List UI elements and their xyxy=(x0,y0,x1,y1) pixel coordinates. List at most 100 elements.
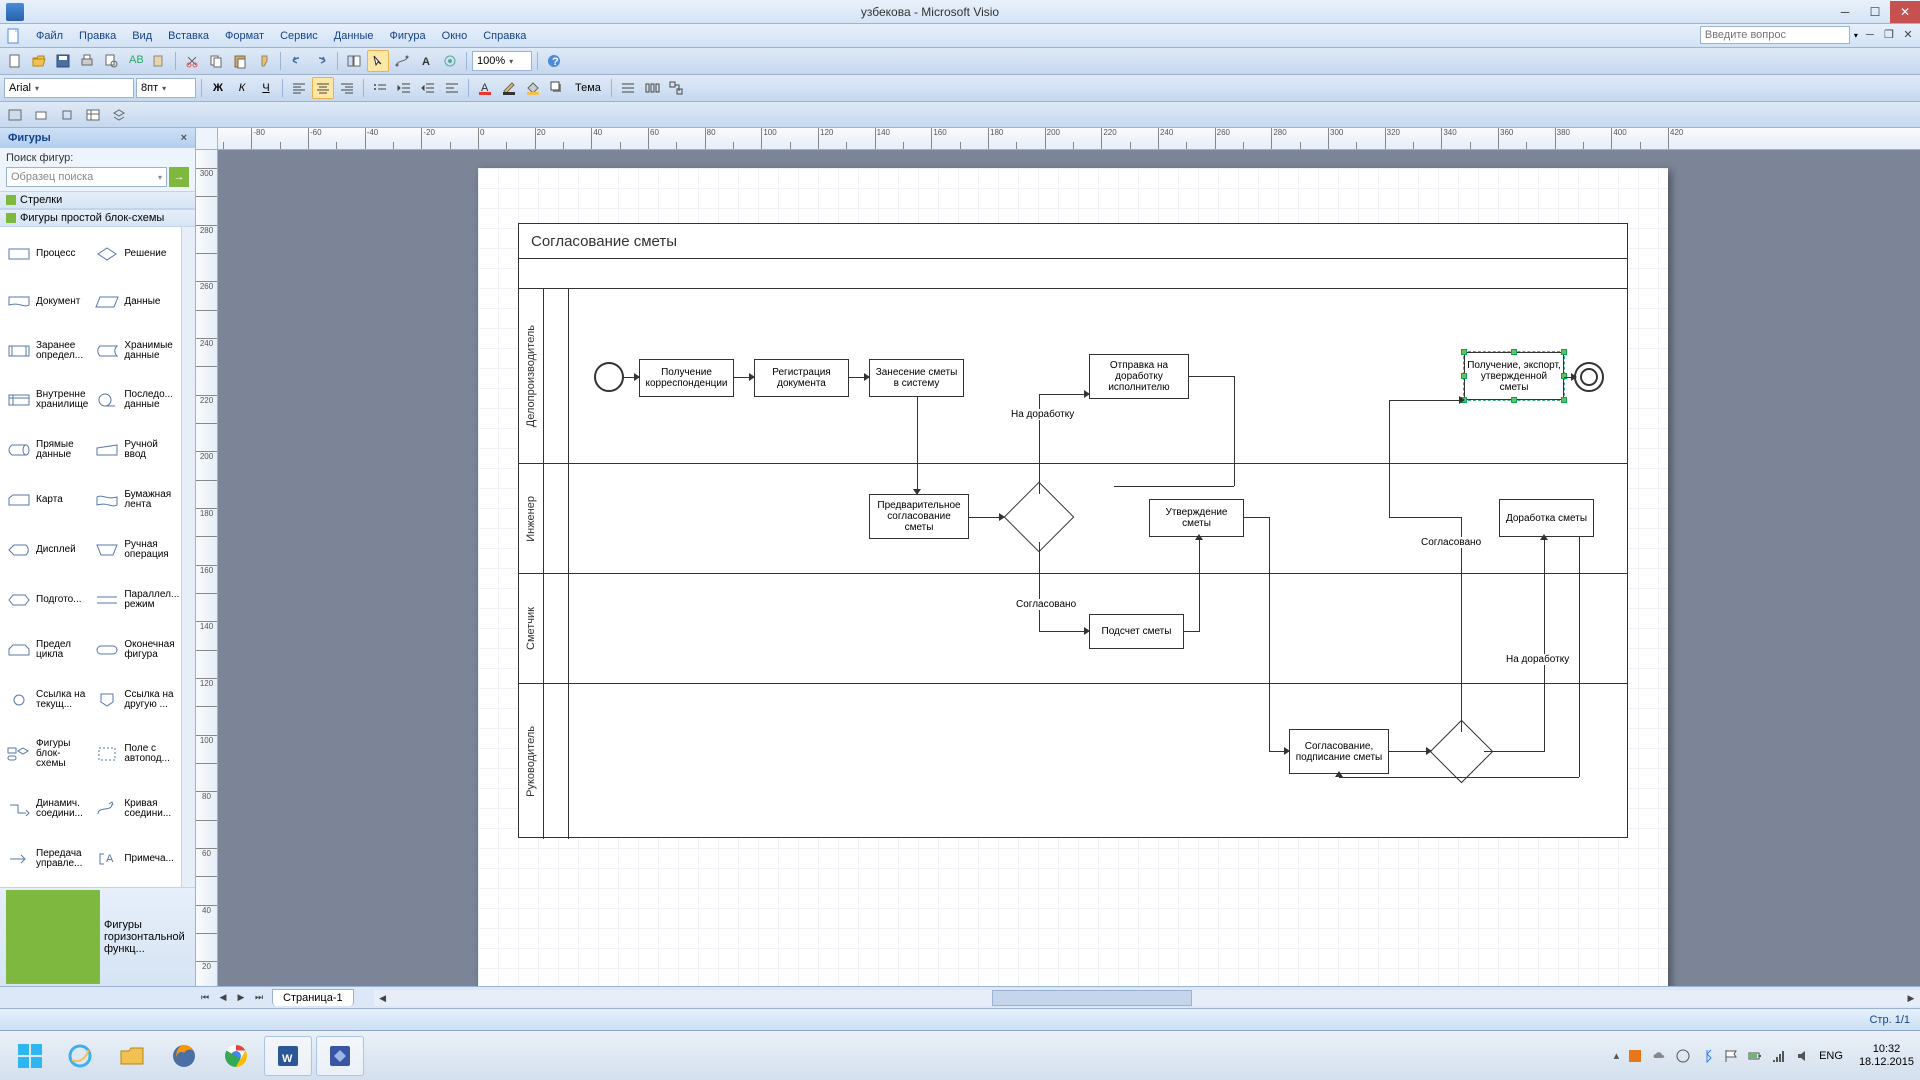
distribute-shapes-button[interactable] xyxy=(641,77,663,99)
drawing-page[interactable]: Согласование сметы Делопроизводитель Инж… xyxy=(478,168,1668,986)
shape-off-page-ref[interactable]: Ссылка на другую ... xyxy=(92,676,181,724)
tray-security-icon[interactable] xyxy=(1627,1048,1643,1064)
align-left-button[interactable] xyxy=(288,77,310,99)
font-size-combo[interactable]: 8пт xyxy=(136,78,196,98)
box-receive-correspondence[interactable]: Получение корреспонденции xyxy=(639,359,734,397)
horizontal-scrollbar[interactable]: ◀ ▶ xyxy=(374,990,1920,1006)
cut-button[interactable] xyxy=(181,50,203,72)
shadow-button[interactable] xyxy=(546,77,568,99)
minimize-button[interactable]: ─ xyxy=(1830,1,1860,23)
size-position-button[interactable] xyxy=(30,104,52,126)
bold-button[interactable]: Ж xyxy=(207,77,229,99)
shape-document[interactable]: Документ xyxy=(4,279,90,325)
tab-nav-last[interactable]: ⏭ xyxy=(250,989,268,1007)
connect-shapes-button[interactable] xyxy=(665,77,687,99)
tray-bluetooth-icon[interactable] xyxy=(1699,1048,1715,1064)
box-send-revision[interactable]: Отправка на доработку исполнителю xyxy=(1089,354,1189,399)
pointer-tool-button[interactable] xyxy=(367,50,389,72)
shape-internal-storage[interactable]: Внутренне хранилище xyxy=(4,377,90,425)
menu-view[interactable]: Вид xyxy=(124,27,160,45)
shape-data[interactable]: Данные xyxy=(92,279,181,325)
taskbar-firefox[interactable] xyxy=(160,1036,208,1076)
text-tool-button[interactable]: A xyxy=(415,50,437,72)
shapes-search-input[interactable]: Образец поиска xyxy=(6,167,167,187)
tray-show-hidden[interactable]: ▴ xyxy=(1614,1049,1620,1062)
connector-tool-button[interactable] xyxy=(391,50,413,72)
taskbar-explorer[interactable] xyxy=(108,1036,156,1076)
shapes-window-button[interactable] xyxy=(343,50,365,72)
pan-zoom-button[interactable] xyxy=(56,104,78,126)
shape-flowchart-shapes[interactable]: Фигуры блок-схемы xyxy=(4,725,90,783)
layer-button[interactable] xyxy=(108,104,130,126)
box-approve-estimate[interactable]: Утверждение сметы xyxy=(1149,499,1244,537)
align-center-button[interactable] xyxy=(312,77,334,99)
open-button[interactable] xyxy=(28,50,50,72)
shape-stored-data[interactable]: Хранимые данные xyxy=(92,327,181,375)
zoom-combo[interactable]: 100% xyxy=(472,51,532,71)
shape-loop-limit[interactable]: Предел цикла xyxy=(4,626,90,674)
start-node[interactable] xyxy=(594,362,624,392)
menu-shape[interactable]: Фигура xyxy=(382,27,434,45)
align-right-button[interactable] xyxy=(336,77,358,99)
redo-button[interactable] xyxy=(310,50,332,72)
tray-clock[interactable]: 10:32 18.12.2015 xyxy=(1859,1043,1914,1069)
increase-indent-button[interactable] xyxy=(417,77,439,99)
shape-manual-operation[interactable]: Ручная операция xyxy=(92,526,181,574)
theme-button[interactable]: Тема xyxy=(570,77,606,99)
shape-annotation[interactable]: AПримеча... xyxy=(92,835,181,883)
document-icon[interactable] xyxy=(4,27,24,45)
box-sign-estimate[interactable]: Согласование, подписание сметы xyxy=(1289,729,1389,774)
canvas-viewport[interactable]: Согласование сметы Делопроизводитель Инж… xyxy=(218,150,1920,986)
close-button[interactable]: ✕ xyxy=(1890,1,1920,23)
spelling-button[interactable]: ABC xyxy=(124,50,146,72)
shapes-scrollbar[interactable] xyxy=(181,227,195,887)
sub-close-button[interactable]: ✕ xyxy=(1901,28,1915,42)
new-button[interactable] xyxy=(4,50,26,72)
tray-onedrive-icon[interactable] xyxy=(1651,1048,1667,1064)
menu-insert[interactable]: Вставка xyxy=(160,27,217,45)
tray-flag-icon[interactable] xyxy=(1723,1048,1739,1064)
tray-volume-icon[interactable] xyxy=(1795,1048,1811,1064)
paste-button[interactable] xyxy=(229,50,251,72)
shape-decision[interactable]: Решение xyxy=(92,231,181,277)
font-color-button[interactable]: A xyxy=(474,77,496,99)
format-painter-button[interactable] xyxy=(253,50,275,72)
line-color-button[interactable] xyxy=(498,77,520,99)
maximize-button[interactable]: ☐ xyxy=(1860,1,1890,23)
underline-button[interactable]: Ч xyxy=(255,77,277,99)
shape-auto-height-box[interactable]: Поле с автопод... xyxy=(92,725,181,783)
shape-paper-tape[interactable]: Бумажная лента xyxy=(92,476,181,524)
font-combo[interactable]: Arial xyxy=(4,78,134,98)
tab-nav-next[interactable]: ▶ xyxy=(232,989,250,1007)
ink-tool-button[interactable] xyxy=(439,50,461,72)
tab-nav-first[interactable]: ⏮ xyxy=(196,989,214,1007)
diagram-title[interactable]: Согласование сметы xyxy=(519,224,1627,259)
menu-window[interactable]: Окно xyxy=(434,27,476,45)
shape-preparation[interactable]: Подгото... xyxy=(4,576,90,624)
shape-sequential-data[interactable]: Последо... данные xyxy=(92,377,181,425)
shapes-category-flowchart[interactable]: Фигуры простой блок-схемы xyxy=(0,209,195,227)
shape-parallel-mode[interactable]: Параллел... режим xyxy=(92,576,181,624)
decrease-indent-button[interactable] xyxy=(393,77,415,99)
menu-edit[interactable]: Правка xyxy=(71,27,124,45)
tab-nav-prev[interactable]: ◀ xyxy=(214,989,232,1007)
box-preliminary-approval[interactable]: Предварительное согласование сметы xyxy=(869,494,969,539)
tray-language[interactable]: ENG xyxy=(1819,1050,1843,1062)
save-button[interactable] xyxy=(52,50,74,72)
tray-wifi-icon[interactable] xyxy=(1771,1048,1787,1064)
box-enter-estimate[interactable]: Занесение сметы в систему xyxy=(869,359,964,397)
help-button[interactable]: ? xyxy=(543,50,565,72)
sub-restore-button[interactable]: ❐ xyxy=(1882,28,1896,42)
shape-on-page-ref[interactable]: Ссылка на текущ... xyxy=(4,676,90,724)
tray-network-icon[interactable] xyxy=(1675,1048,1691,1064)
page-tab-1[interactable]: Страница-1 xyxy=(272,989,354,1006)
shapes-search-go[interactable]: → xyxy=(169,167,189,187)
italic-button[interactable]: К xyxy=(231,77,253,99)
shape-predefined[interactable]: Заранее определ... xyxy=(4,327,90,375)
bullets-button[interactable] xyxy=(369,77,391,99)
help-search-input[interactable] xyxy=(1700,26,1850,44)
shape-manual-input[interactable]: Ручной ввод xyxy=(92,426,181,474)
shape-dynamic-connector[interactable]: Динамич. соедини... xyxy=(4,785,90,833)
box-register-document[interactable]: Регистрация документа xyxy=(754,359,849,397)
fill-color-button[interactable] xyxy=(522,77,544,99)
